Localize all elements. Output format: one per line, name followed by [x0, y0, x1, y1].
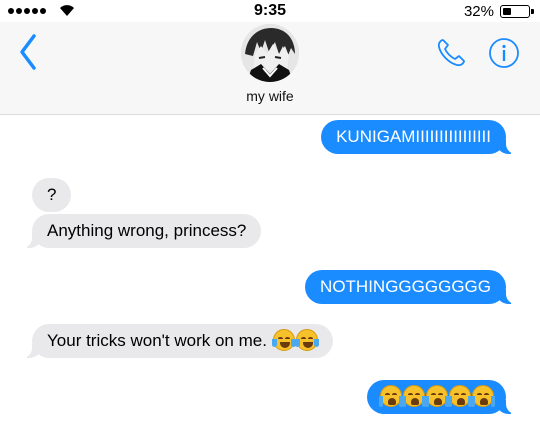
- loudly-crying-face-icon: [448, 385, 472, 407]
- message-text: KUNIGAMIIIIIIIIIIIIIIII: [336, 127, 491, 146]
- message-bubble-sent[interactable]: [367, 380, 516, 414]
- call-button[interactable]: [435, 37, 467, 69]
- conversation-header: my wife: [0, 22, 540, 115]
- loudly-crying-face-icon: [471, 385, 495, 407]
- message-bubble-sent[interactable]: NOTHINGGGGGGGG: [305, 270, 516, 304]
- message-text: ?: [47, 185, 57, 204]
- message-bubble-received[interactable]: ?: [32, 178, 72, 212]
- message-text: Anything wrong, princess?: [47, 221, 247, 240]
- contact-name[interactable]: my wife: [0, 88, 540, 104]
- message-bubble-received[interactable]: Your tricks won't work on me.: [22, 324, 333, 358]
- message-bubble-received[interactable]: Anything wrong, princess?: [21, 214, 262, 248]
- status-time: 9:35: [253, 2, 287, 19]
- battery-icon: [500, 5, 534, 18]
- chevron-left-icon: [20, 34, 36, 70]
- loudly-crying-face-icon: [402, 385, 426, 407]
- face-with-tears-of-joy-icon: [271, 329, 296, 351]
- avatar[interactable]: [241, 24, 299, 82]
- info-icon: [489, 38, 519, 68]
- message-text: Your tricks won't work on me.: [47, 331, 267, 350]
- loudly-crying-face-icon: [379, 385, 403, 407]
- status-bar: 9:35 32%: [0, 0, 540, 22]
- battery-percentage: 32%: [463, 3, 494, 20]
- message-bubble-sent[interactable]: KUNIGAMIIIIIIIIIIIIIIII: [321, 120, 516, 154]
- loudly-crying-face-icon: [425, 385, 449, 407]
- back-button[interactable]: [14, 32, 44, 72]
- message-text: NOTHINGGGGGGGG: [320, 277, 491, 296]
- face-with-tears-of-joy-icon: [294, 329, 319, 351]
- phone-icon: [437, 39, 465, 67]
- avatar-image: [241, 24, 299, 82]
- info-button[interactable]: [488, 37, 520, 69]
